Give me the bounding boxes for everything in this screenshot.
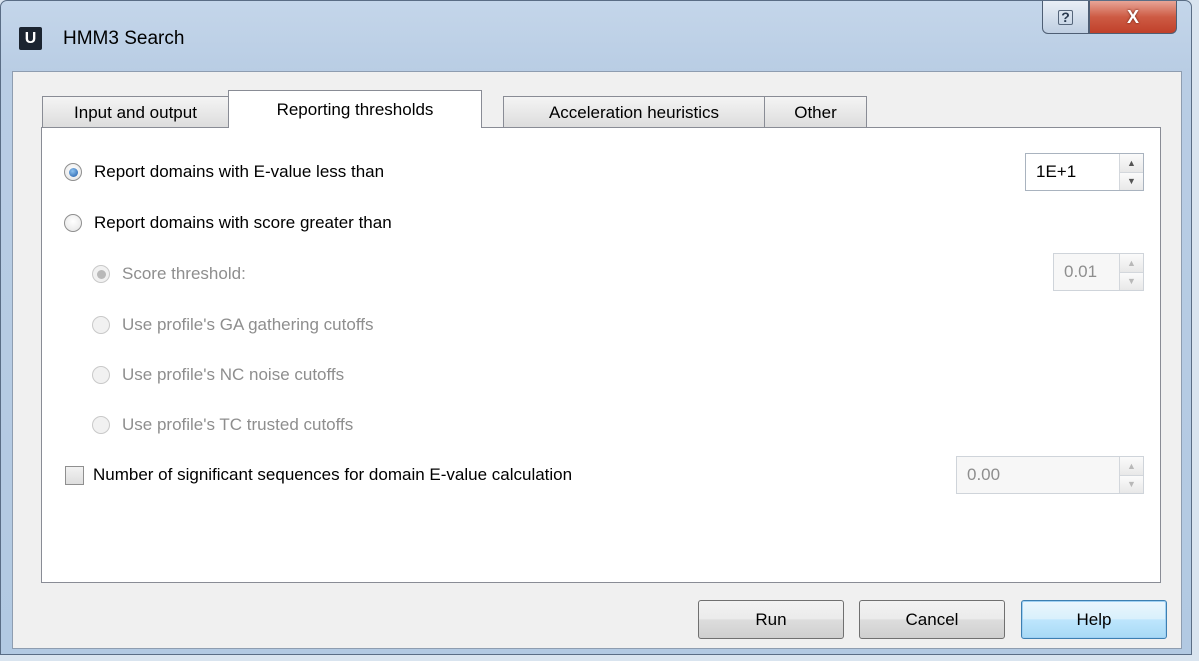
significant-sequences-input[interactable]: 0.00 xyxy=(957,465,1119,485)
score-threshold-radio[interactable] xyxy=(92,265,110,283)
tc-cutoffs-label: Use profile's TC trusted cutoffs xyxy=(122,415,354,434)
run-button[interactable]: Run xyxy=(698,600,844,639)
evalue-spinbox[interactable]: 1E+1 ▲ ▼ xyxy=(1025,153,1144,191)
spin-up-icon[interactable]: ▲ xyxy=(1120,254,1143,272)
close-icon: X xyxy=(1126,6,1139,27)
evalue-option-label: Report domains with E-value less than xyxy=(94,162,385,181)
question-mark-icon: ? xyxy=(1058,9,1073,25)
tab-acceleration-heuristics[interactable]: Acceleration heuristics xyxy=(503,96,765,128)
spin-down-icon[interactable]: ▼ xyxy=(1120,474,1143,493)
dialog-client-area: Input and output Reporting thresholds Ac… xyxy=(12,71,1182,649)
significant-sequences-row[interactable]: Number of significant sequences for doma… xyxy=(65,465,572,485)
close-button[interactable]: X xyxy=(1089,1,1177,34)
tab-other[interactable]: Other xyxy=(764,96,867,128)
significant-sequences-spinbox[interactable]: 0.00 ▲ ▼ xyxy=(956,456,1144,494)
tc-cutoffs-row[interactable]: Use profile's TC trusted cutoffs xyxy=(92,415,353,435)
ga-cutoffs-row[interactable]: Use profile's GA gathering cutoffs xyxy=(92,315,373,335)
spin-down-icon[interactable]: ▼ xyxy=(1120,171,1143,190)
evalue-input[interactable]: 1E+1 xyxy=(1026,162,1119,182)
ga-cutoffs-label: Use profile's GA gathering cutoffs xyxy=(122,315,374,334)
score-threshold-input[interactable]: 0.01 xyxy=(1054,262,1119,282)
ga-cutoffs-radio[interactable] xyxy=(92,316,110,334)
window-title: HMM3 Search xyxy=(63,28,185,49)
tab-reporting-thresholds[interactable]: Reporting thresholds xyxy=(228,90,482,128)
title-bar[interactable]: U HMM3 Search ? X xyxy=(1,1,1191,71)
spin-down-icon[interactable]: ▼ xyxy=(1120,271,1143,290)
help-button[interactable]: Help xyxy=(1021,600,1167,639)
nc-cutoffs-radio[interactable] xyxy=(92,366,110,384)
score-option-row[interactable]: Report domains with score greater than xyxy=(64,213,392,233)
tab-input-and-output[interactable]: Input and output xyxy=(42,96,229,128)
nc-cutoffs-label: Use profile's NC noise cutoffs xyxy=(122,365,345,384)
cancel-button[interactable]: Cancel xyxy=(859,600,1005,639)
significant-sequences-checkbox[interactable] xyxy=(65,465,84,485)
spin-up-icon[interactable]: ▲ xyxy=(1120,154,1143,172)
score-threshold-spinbox[interactable]: 0.01 ▲ ▼ xyxy=(1053,253,1144,291)
app-icon: U xyxy=(19,27,42,50)
evalue-option-row[interactable]: Report domains with E-value less than xyxy=(64,162,384,182)
evalue-radio[interactable] xyxy=(64,163,82,181)
context-help-button[interactable]: ? xyxy=(1042,1,1089,34)
tc-cutoffs-radio[interactable] xyxy=(92,416,110,434)
spin-up-icon[interactable]: ▲ xyxy=(1120,457,1143,475)
score-threshold-label: Score threshold: xyxy=(122,264,246,283)
dialog-window: U HMM3 Search ? X Input and output Repor… xyxy=(0,0,1192,655)
score-option-label: Report domains with score greater than xyxy=(94,213,392,232)
reporting-thresholds-panel: Report domains with E-value less than 1E… xyxy=(41,127,1161,583)
score-threshold-row[interactable]: Score threshold: xyxy=(92,264,246,284)
significant-sequences-label: Number of significant sequences for doma… xyxy=(93,465,573,484)
score-radio[interactable] xyxy=(64,214,82,232)
nc-cutoffs-row[interactable]: Use profile's NC noise cutoffs xyxy=(92,365,344,385)
